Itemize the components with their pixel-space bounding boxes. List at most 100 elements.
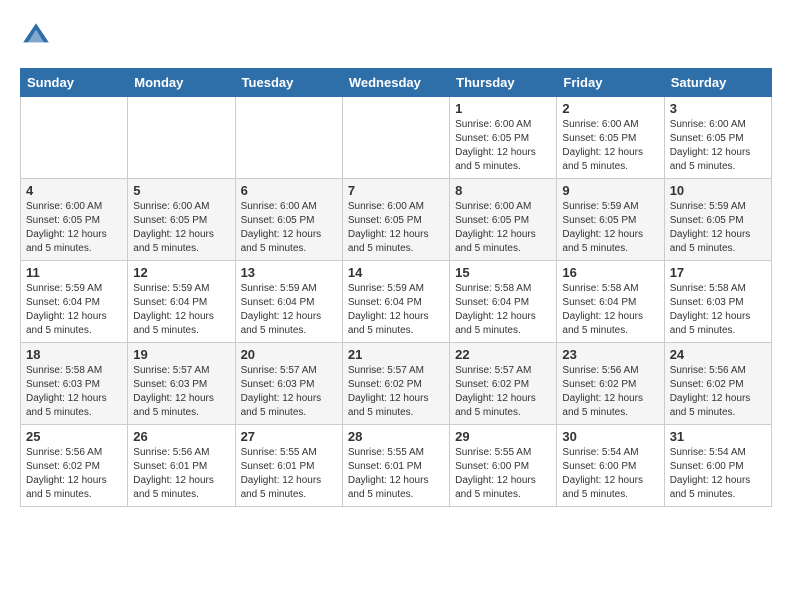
day-number: 2 xyxy=(562,101,658,116)
day-info: Sunrise: 5:59 AM Sunset: 6:04 PM Dayligh… xyxy=(26,282,122,338)
calendar-cell: 2 Sunrise: 6:00 AM Sunset: 6:05 PM Daylig… xyxy=(557,97,664,179)
weekday-header-friday: Friday xyxy=(557,69,664,97)
day-info: Sunrise: 5:56 AM Sunset: 6:02 PM Dayligh… xyxy=(26,446,122,502)
calendar-week-3: 11 Sunrise: 5:59 AM Sunset: 6:04 PM Dayli… xyxy=(21,261,772,343)
day-info: Sunrise: 6:00 AM Sunset: 6:05 PM Dayligh… xyxy=(455,118,551,174)
day-info: Sunrise: 5:59 AM Sunset: 6:04 PM Dayligh… xyxy=(133,282,229,338)
day-info: Sunrise: 5:57 AM Sunset: 6:03 PM Dayligh… xyxy=(241,364,337,420)
day-info: Sunrise: 5:57 AM Sunset: 6:03 PM Dayligh… xyxy=(133,364,229,420)
calendar-cell: 6Sunrise: 6:00 AM Sunset: 6:05 PM Daylig… xyxy=(235,179,342,261)
day-info: Sunrise: 5:56 AM Sunset: 6:01 PM Dayligh… xyxy=(133,446,229,502)
day-info: Sunrise: 5:59 AM Sunset: 6:05 PM Dayligh… xyxy=(670,200,766,256)
day-info: Sunrise: 6:00 AM Sunset: 6:05 PM Dayligh… xyxy=(26,200,122,256)
calendar-cell: 19 Sunrise: 5:57 AM Sunset: 6:03 PM Dayli… xyxy=(128,343,235,425)
day-number: 20 xyxy=(241,347,337,362)
day-number: 28 xyxy=(348,429,444,444)
calendar-cell: 27 Sunrise: 5:55 AM Sunset: 6:01 PM Dayli… xyxy=(235,425,342,507)
day-number: 27 xyxy=(241,429,337,444)
day-number: 12 xyxy=(133,265,229,280)
calendar-cell: 12 Sunrise: 5:59 AM Sunset: 6:04 PM Dayli… xyxy=(128,261,235,343)
calendar-cell xyxy=(21,97,128,179)
day-number: 25 xyxy=(26,429,122,444)
day-number: 4 xyxy=(26,183,122,198)
calendar-cell: 10 Sunrise: 5:59 AM Sunset: 6:05 PM Dayli… xyxy=(664,179,771,261)
day-number: 31 xyxy=(670,429,766,444)
day-info: Sunrise: 5:59 AM Sunset: 6:05 PM Dayligh… xyxy=(562,200,658,256)
day-info: Sunrise: 5:55 AM Sunset: 6:01 PM Dayligh… xyxy=(348,446,444,502)
calendar-cell: 26 Sunrise: 5:56 AM Sunset: 6:01 PM Dayli… xyxy=(128,425,235,507)
day-info: Sunrise: 5:57 AM Sunset: 6:02 PM Dayligh… xyxy=(455,364,551,420)
day-info: Sunrise: 5:58 AM Sunset: 6:03 PM Dayligh… xyxy=(670,282,766,338)
calendar-cell: 14Sunrise: 5:59 AM Sunset: 6:04 PM Dayli… xyxy=(342,261,449,343)
day-number: 11 xyxy=(26,265,122,280)
calendar-cell: 9 Sunrise: 5:59 AM Sunset: 6:05 PM Daylig… xyxy=(557,179,664,261)
weekday-header-sunday: Sunday xyxy=(21,69,128,97)
day-info: Sunrise: 6:00 AM Sunset: 6:05 PM Dayligh… xyxy=(562,118,658,174)
day-number: 18 xyxy=(26,347,122,362)
calendar-cell: 16Sunrise: 5:58 AM Sunset: 6:04 PM Dayli… xyxy=(557,261,664,343)
calendar-week-5: 25 Sunrise: 5:56 AM Sunset: 6:02 PM Dayli… xyxy=(21,425,772,507)
day-info: Sunrise: 6:00 AM Sunset: 6:05 PM Dayligh… xyxy=(670,118,766,174)
calendar-cell xyxy=(128,97,235,179)
day-number: 3 xyxy=(670,101,766,116)
day-number: 8 xyxy=(455,183,551,198)
day-number: 1 xyxy=(455,101,551,116)
day-info: Sunrise: 6:00 AM Sunset: 6:05 PM Dayligh… xyxy=(455,200,551,256)
weekday-header-monday: Monday xyxy=(128,69,235,97)
calendar-cell: 17 Sunrise: 5:58 AM Sunset: 6:03 PM Dayli… xyxy=(664,261,771,343)
day-number: 23 xyxy=(562,347,658,362)
calendar-cell: 25 Sunrise: 5:56 AM Sunset: 6:02 PM Dayli… xyxy=(21,425,128,507)
day-number: 13 xyxy=(241,265,337,280)
calendar-cell: 30 Sunrise: 5:54 AM Sunset: 6:00 PM Dayli… xyxy=(557,425,664,507)
day-number: 29 xyxy=(455,429,551,444)
calendar-week-1: 1 Sunrise: 6:00 AM Sunset: 6:05 PM Daylig… xyxy=(21,97,772,179)
calendar-table: SundayMondayTuesdayWednesdayThursdayFrid… xyxy=(20,68,772,507)
weekday-header-tuesday: Tuesday xyxy=(235,69,342,97)
calendar-cell xyxy=(235,97,342,179)
day-number: 10 xyxy=(670,183,766,198)
calendar-cell: 24 Sunrise: 5:56 AM Sunset: 6:02 PM Dayli… xyxy=(664,343,771,425)
day-info: Sunrise: 5:54 AM Sunset: 6:00 PM Dayligh… xyxy=(670,446,766,502)
calendar-cell: 13 Sunrise: 5:59 AM Sunset: 6:04 PM Dayli… xyxy=(235,261,342,343)
calendar-week-2: 4 Sunrise: 6:00 AM Sunset: 6:05 PM Daylig… xyxy=(21,179,772,261)
weekday-header-saturday: Saturday xyxy=(664,69,771,97)
day-number: 9 xyxy=(562,183,658,198)
calendar-cell: 1 Sunrise: 6:00 AM Sunset: 6:05 PM Daylig… xyxy=(450,97,557,179)
logo xyxy=(20,20,56,52)
page-header xyxy=(20,20,772,52)
day-info: Sunrise: 5:55 AM Sunset: 6:00 PM Dayligh… xyxy=(455,446,551,502)
day-info: Sunrise: 5:59 AM Sunset: 6:04 PM Dayligh… xyxy=(241,282,337,338)
logo-icon xyxy=(20,20,52,52)
calendar-cell: 15 Sunrise: 5:58 AM Sunset: 6:04 PM Dayli… xyxy=(450,261,557,343)
day-number: 17 xyxy=(670,265,766,280)
day-number: 15 xyxy=(455,265,551,280)
day-info: Sunrise: 6:00 AM Sunset: 6:05 PM Dayligh… xyxy=(133,200,229,256)
calendar-cell: 11 Sunrise: 5:59 AM Sunset: 6:04 PM Dayli… xyxy=(21,261,128,343)
calendar-cell: 5Sunrise: 6:00 AM Sunset: 6:05 PM Daylig… xyxy=(128,179,235,261)
day-info: Sunrise: 5:54 AM Sunset: 6:00 PM Dayligh… xyxy=(562,446,658,502)
calendar-cell: 29 Sunrise: 5:55 AM Sunset: 6:00 PM Dayli… xyxy=(450,425,557,507)
day-number: 30 xyxy=(562,429,658,444)
day-info: Sunrise: 5:55 AM Sunset: 6:01 PM Dayligh… xyxy=(241,446,337,502)
calendar-cell: 23Sunrise: 5:56 AM Sunset: 6:02 PM Dayli… xyxy=(557,343,664,425)
calendar-cell xyxy=(342,97,449,179)
calendar-cell: 21Sunrise: 5:57 AM Sunset: 6:02 PM Dayli… xyxy=(342,343,449,425)
day-number: 19 xyxy=(133,347,229,362)
day-info: Sunrise: 5:58 AM Sunset: 6:04 PM Dayligh… xyxy=(455,282,551,338)
day-number: 24 xyxy=(670,347,766,362)
calendar-cell: 4 Sunrise: 6:00 AM Sunset: 6:05 PM Daylig… xyxy=(21,179,128,261)
weekday-header-thursday: Thursday xyxy=(450,69,557,97)
day-info: Sunrise: 5:58 AM Sunset: 6:03 PM Dayligh… xyxy=(26,364,122,420)
day-number: 26 xyxy=(133,429,229,444)
day-info: Sunrise: 6:00 AM Sunset: 6:05 PM Dayligh… xyxy=(348,200,444,256)
calendar-cell: 18 Sunrise: 5:58 AM Sunset: 6:03 PM Dayli… xyxy=(21,343,128,425)
day-number: 7 xyxy=(348,183,444,198)
calendar-cell: 22 Sunrise: 5:57 AM Sunset: 6:02 PM Dayli… xyxy=(450,343,557,425)
day-info: Sunrise: 5:56 AM Sunset: 6:02 PM Dayligh… xyxy=(670,364,766,420)
day-info: Sunrise: 5:57 AM Sunset: 6:02 PM Dayligh… xyxy=(348,364,444,420)
day-number: 22 xyxy=(455,347,551,362)
calendar-week-4: 18 Sunrise: 5:58 AM Sunset: 6:03 PM Dayli… xyxy=(21,343,772,425)
day-info: Sunrise: 5:58 AM Sunset: 6:04 PM Dayligh… xyxy=(562,282,658,338)
calendar-cell: 28 Sunrise: 5:55 AM Sunset: 6:01 PM Dayli… xyxy=(342,425,449,507)
calendar-cell: 8 Sunrise: 6:00 AM Sunset: 6:05 PM Daylig… xyxy=(450,179,557,261)
